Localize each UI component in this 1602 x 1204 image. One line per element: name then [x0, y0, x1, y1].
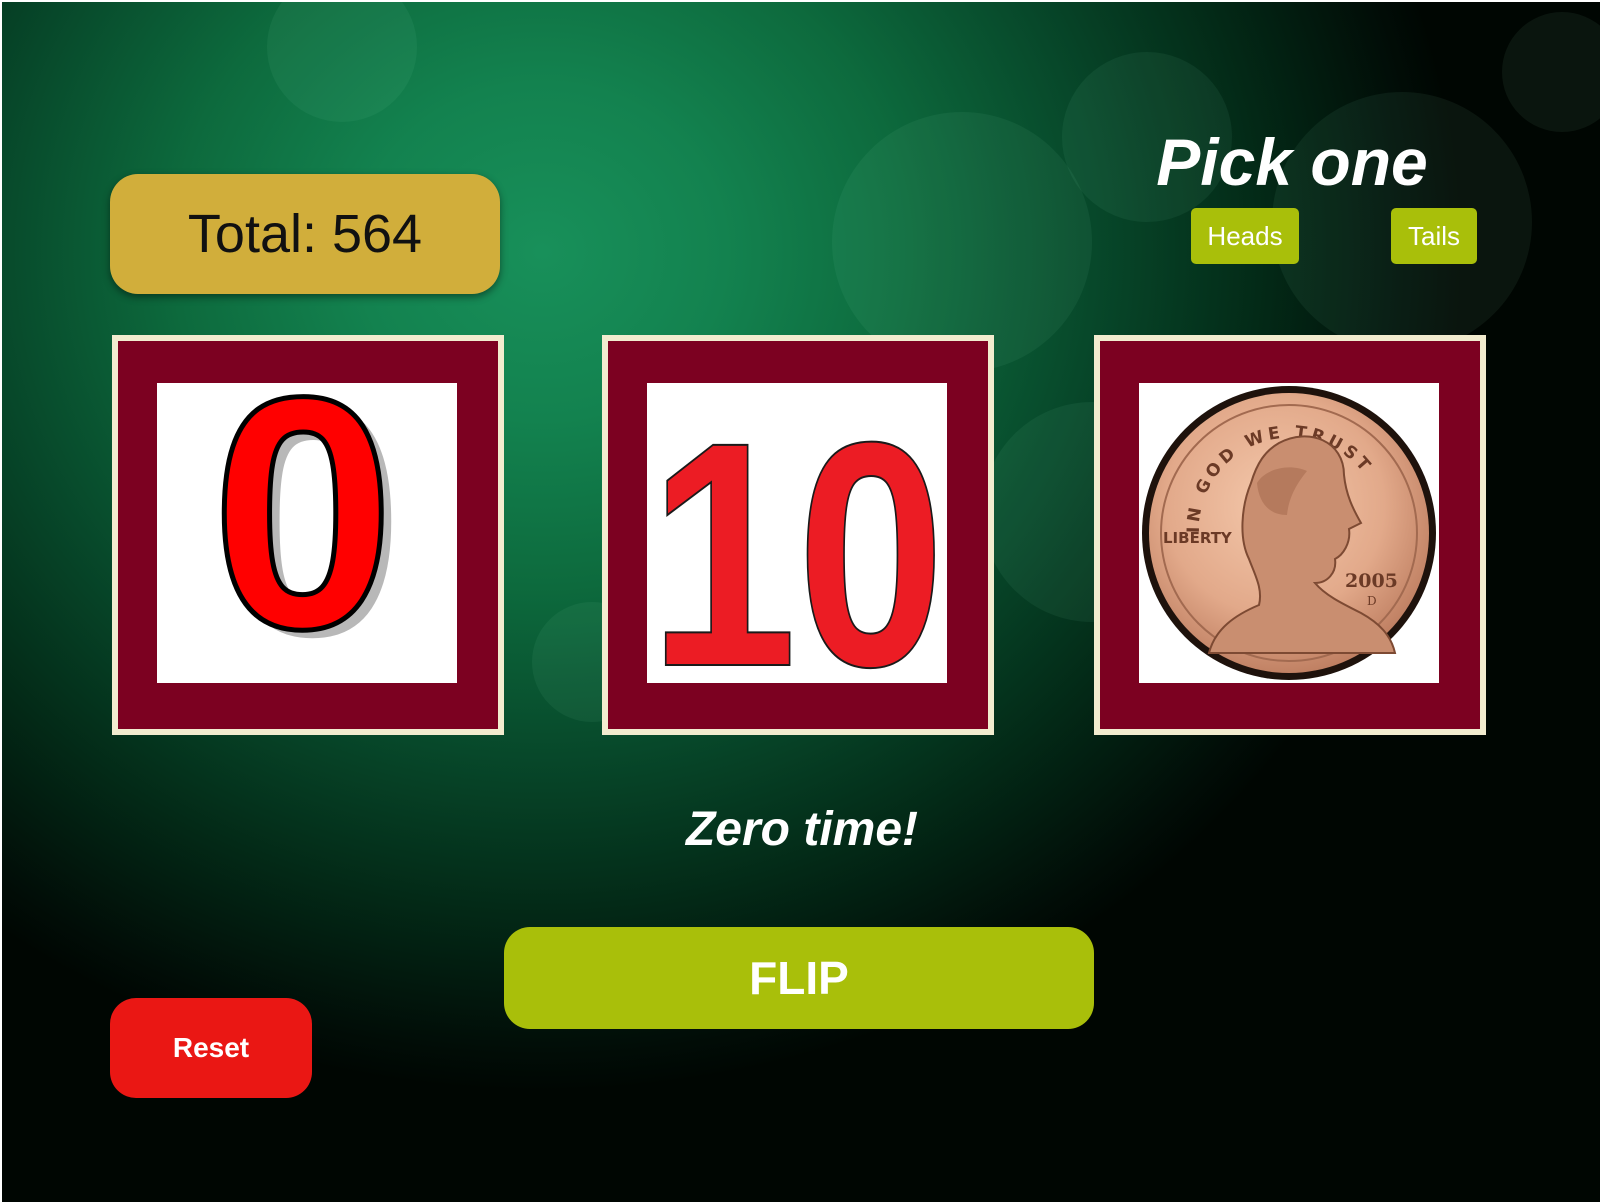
tile-1-image: 0 0 — [157, 383, 457, 683]
penny-heads-icon: IN GOD WE TRUST LIBERTY 2005 D — [1142, 386, 1436, 680]
bokeh-decoration — [832, 112, 1092, 372]
number-ten: 10 — [649, 383, 945, 683]
coin-liberty-text: LIBERTY — [1163, 529, 1233, 547]
bokeh-decoration — [267, 2, 417, 122]
tails-button[interactable]: Tails — [1391, 208, 1477, 264]
result-message: Zero time! — [685, 803, 919, 856]
heads-button[interactable]: Heads — [1191, 208, 1299, 264]
result-tile-3: IN GOD WE TRUST LIBERTY 2005 D — [1094, 335, 1486, 735]
coin-mint-mark: D — [1367, 594, 1377, 608]
tile-3-image: IN GOD WE TRUST LIBERTY 2005 D — [1139, 383, 1439, 683]
result-tile-2: 10 — [602, 335, 994, 735]
pick-one-heading: Pick one — [1156, 125, 1428, 199]
tile-2-image: 10 — [647, 383, 947, 683]
total-score-display: Total: 564 — [110, 174, 500, 294]
result-tile-1: 0 0 — [112, 335, 504, 735]
bokeh-decoration — [1502, 12, 1600, 132]
digit-zero-graphic: 0 0 — [209, 383, 405, 683]
reset-button[interactable]: Reset — [110, 998, 312, 1098]
flip-button[interactable]: FLIP — [504, 927, 1094, 1029]
game-stage: Total: 564 Pick one Heads Tails 0 0 10 I… — [2, 2, 1600, 1202]
coin-year: 2005 — [1345, 570, 1398, 592]
number-ten-graphic: 10 — [648, 383, 946, 683]
digit-zero: 0 — [211, 383, 395, 683]
